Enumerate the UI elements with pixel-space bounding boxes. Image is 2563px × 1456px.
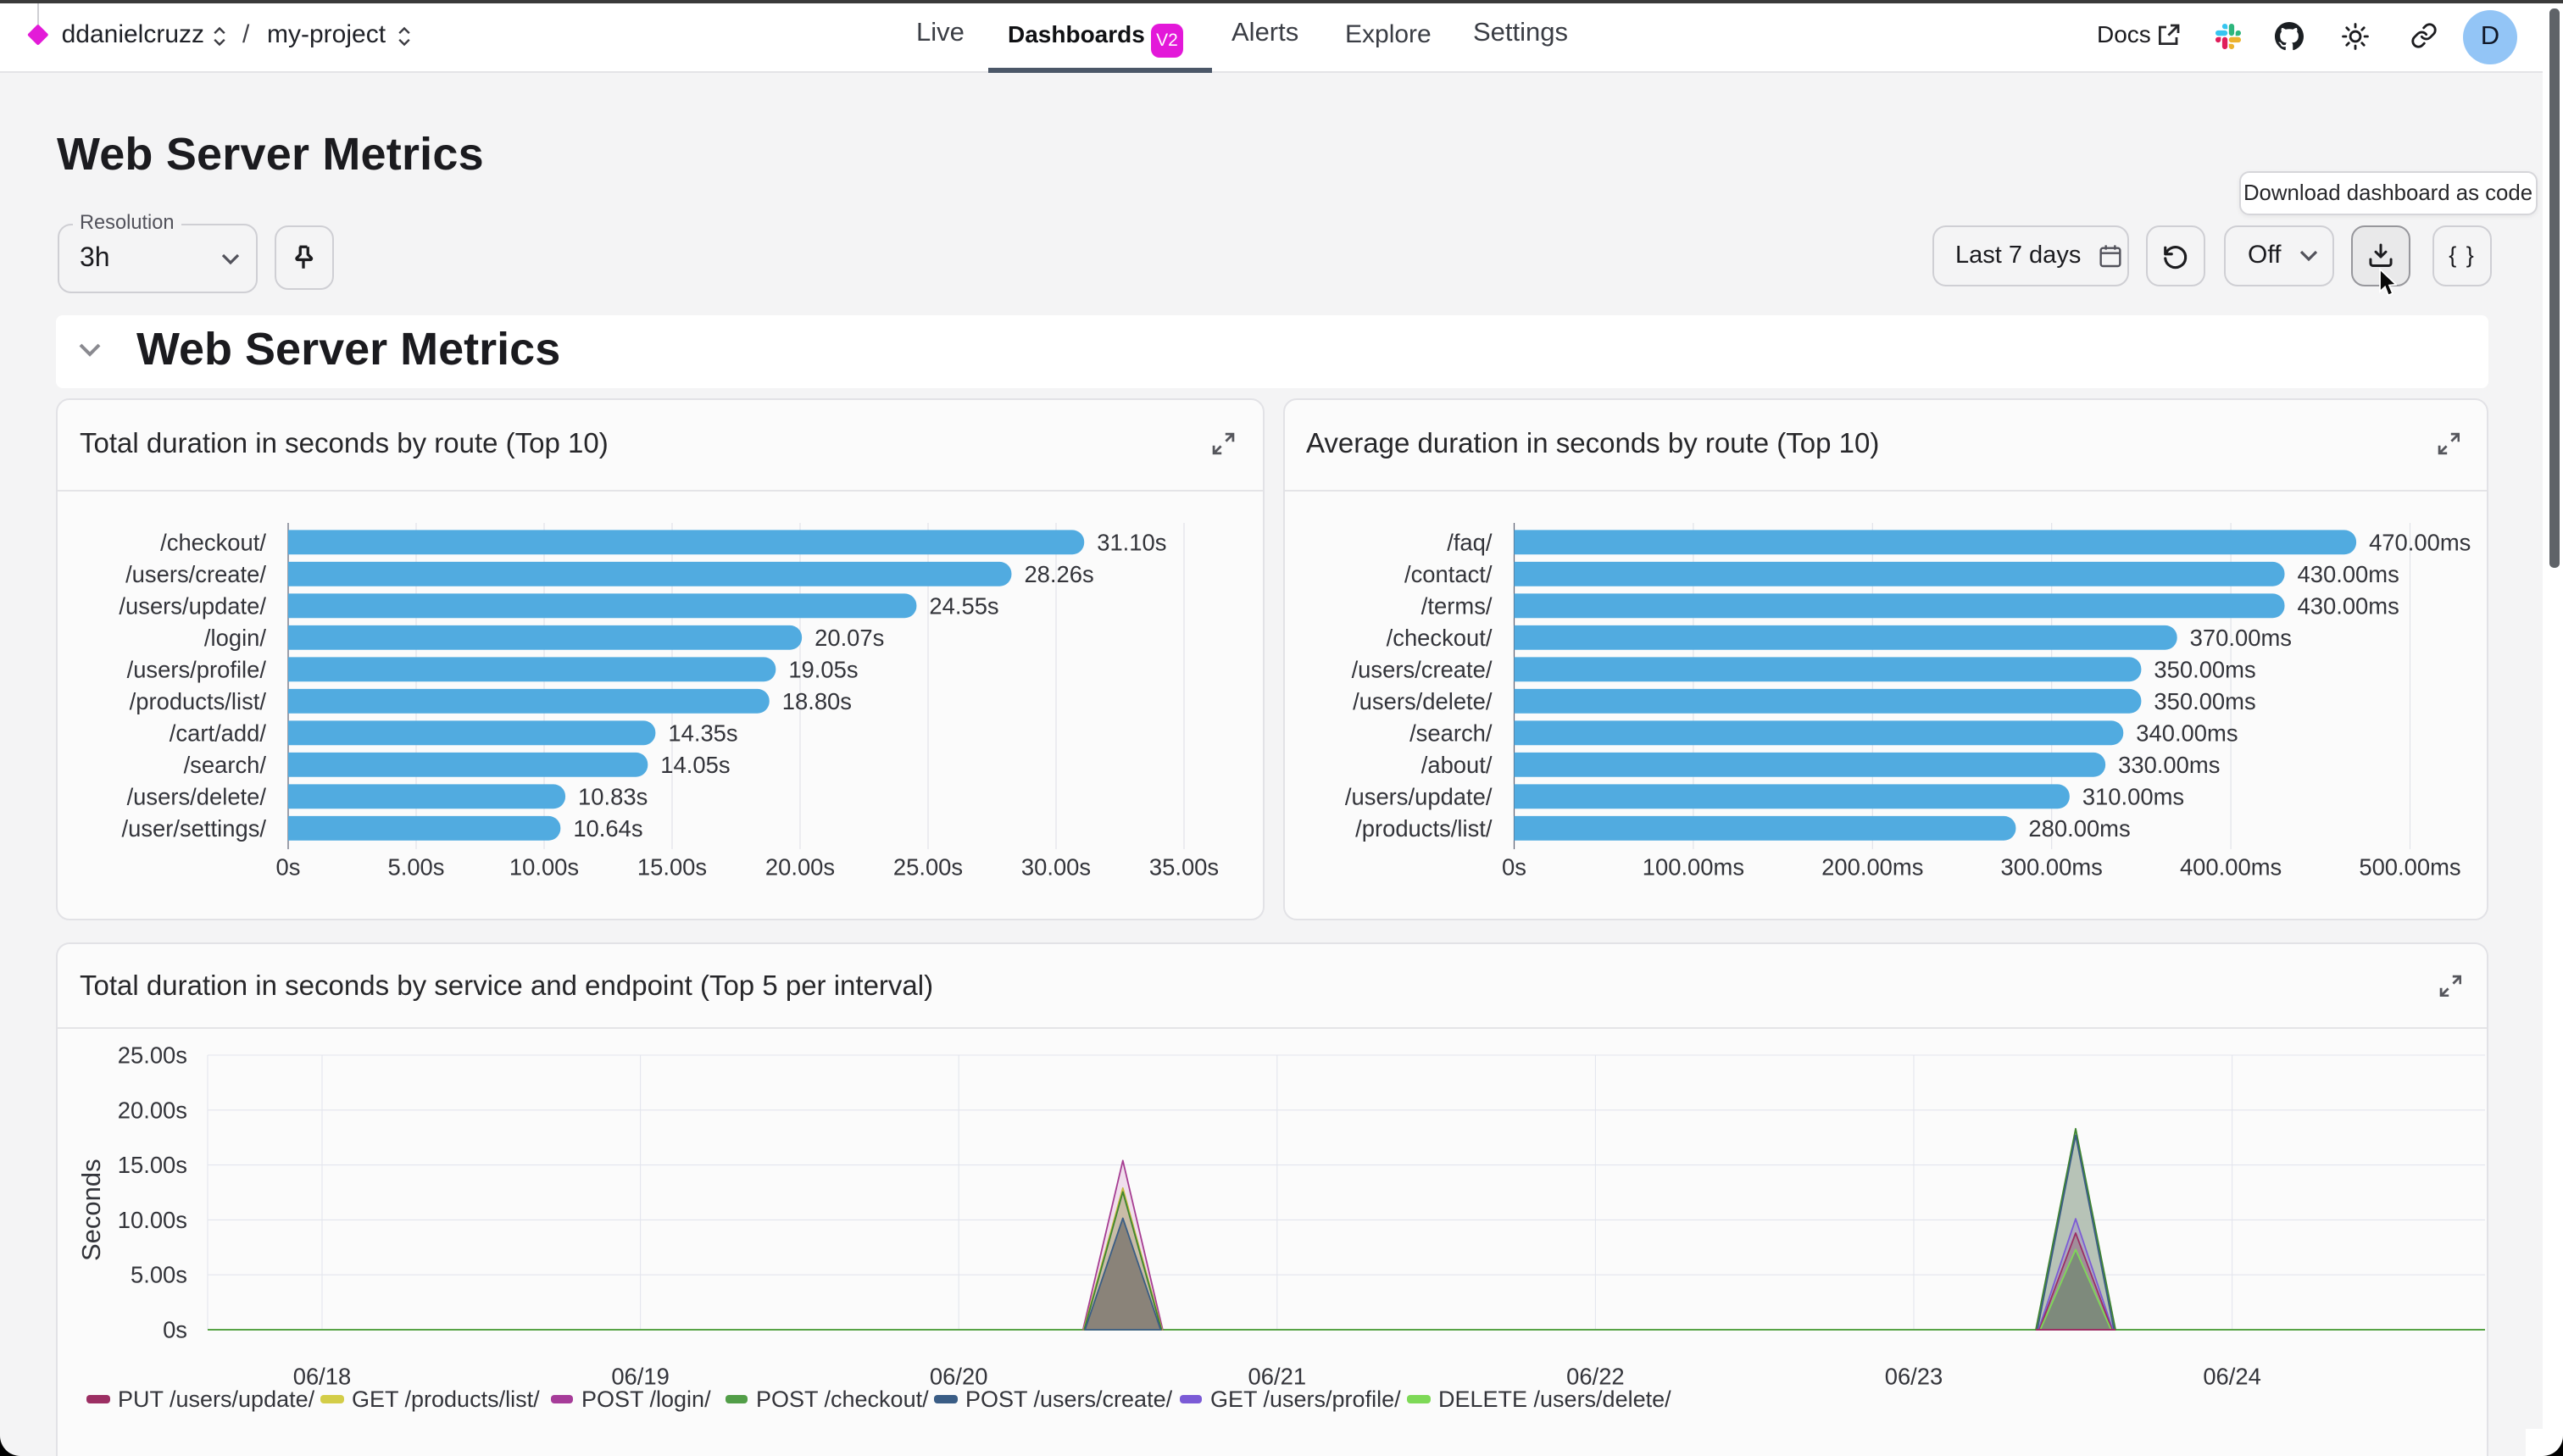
svg-text:500.00ms: 500.00ms	[2359, 854, 2460, 881]
svg-text:30.00s: 30.00s	[1021, 854, 1091, 881]
svg-text:/users/delete/: /users/delete/	[1353, 688, 1493, 714]
svg-text:/users/update/: /users/update/	[119, 592, 266, 619]
svg-text:/checkout/: /checkout/	[1387, 625, 1493, 651]
svg-text:350.00ms: 350.00ms	[2154, 656, 2255, 682]
svg-text:0s: 0s	[1502, 854, 1526, 881]
svg-text:10.00s: 10.00s	[118, 1207, 187, 1233]
svg-text:18.80s: 18.80s	[782, 688, 852, 714]
svg-text:0s: 0s	[163, 1317, 187, 1343]
svg-text:06/18: 06/18	[293, 1364, 352, 1390]
svg-text:/checkout/: /checkout/	[160, 529, 266, 555]
svg-text:310.00ms: 310.00ms	[2082, 783, 2184, 809]
svg-text:/search/: /search/	[184, 752, 267, 778]
svg-text:/cart/add/: /cart/add/	[170, 720, 267, 746]
svg-text:280.00ms: 280.00ms	[2028, 815, 2130, 842]
svg-text:430.00ms: 430.00ms	[2298, 561, 2399, 587]
svg-text:100.00ms: 100.00ms	[1643, 854, 1744, 881]
svg-text:20.00s: 20.00s	[765, 854, 835, 881]
svg-text:300.00ms: 300.00ms	[2001, 854, 2103, 881]
svg-text:14.05s: 14.05s	[660, 752, 730, 778]
svg-text:/about/: /about/	[1421, 752, 1493, 778]
svg-text:340.00ms: 340.00ms	[2136, 720, 2238, 746]
svg-text:35.00s: 35.00s	[1149, 854, 1219, 881]
svg-text:/products/list/: /products/list/	[1355, 815, 1493, 842]
svg-text:06/22: 06/22	[1566, 1364, 1625, 1390]
svg-text:06/24: 06/24	[2203, 1364, 2261, 1390]
svg-text:25.00s: 25.00s	[893, 854, 963, 881]
svg-text:400.00ms: 400.00ms	[2180, 854, 2282, 881]
svg-text:/users/delete/: /users/delete/	[127, 783, 267, 809]
svg-text:430.00ms: 430.00ms	[2298, 592, 2399, 619]
svg-text:06/23: 06/23	[1885, 1364, 1943, 1390]
svg-text:/user/settings/: /user/settings/	[121, 815, 266, 842]
svg-text:/products/list/: /products/list/	[130, 688, 267, 714]
svg-text:10.83s: 10.83s	[578, 783, 648, 809]
svg-text:370.00ms: 370.00ms	[2190, 625, 2292, 651]
svg-text:/users/create/: /users/create/	[1352, 656, 1493, 682]
svg-text:06/20: 06/20	[930, 1364, 988, 1390]
svg-text:/faq/: /faq/	[1447, 529, 1493, 555]
svg-text:20.00s: 20.00s	[118, 1097, 187, 1123]
svg-text:350.00ms: 350.00ms	[2154, 688, 2255, 714]
svg-text:/users/profile/: /users/profile/	[127, 656, 267, 682]
svg-text:5.00s: 5.00s	[387, 854, 444, 881]
svg-text:24.55s: 24.55s	[929, 592, 998, 619]
svg-text:10.64s: 10.64s	[573, 815, 642, 842]
svg-text:31.10s: 31.10s	[1097, 529, 1166, 555]
svg-text:/terms/: /terms/	[1421, 592, 1493, 619]
svg-text:200.00ms: 200.00ms	[1821, 854, 1923, 881]
svg-text:5.00s: 5.00s	[131, 1262, 187, 1288]
svg-text:10.00s: 10.00s	[509, 854, 579, 881]
svg-text:28.26s: 28.26s	[1024, 561, 1093, 587]
svg-text:15.00s: 15.00s	[118, 1152, 187, 1178]
svg-text:/users/update/: /users/update/	[1345, 783, 1493, 809]
svg-text:/login/: /login/	[204, 625, 266, 651]
svg-text:15.00s: 15.00s	[637, 854, 707, 881]
svg-text:14.35s: 14.35s	[668, 720, 737, 746]
svg-text:/users/create/: /users/create/	[125, 561, 266, 587]
svg-text:470.00ms: 470.00ms	[2369, 529, 2471, 555]
svg-text:0s: 0s	[276, 854, 301, 881]
svg-text:06/19: 06/19	[611, 1364, 670, 1390]
svg-text:25.00s: 25.00s	[118, 1042, 187, 1069]
svg-text:330.00ms: 330.00ms	[2118, 752, 2220, 778]
svg-text:20.07s: 20.07s	[814, 625, 884, 651]
svg-text:/search/: /search/	[1409, 720, 1493, 746]
svg-text:/contact/: /contact/	[1404, 561, 1493, 587]
svg-text:06/21: 06/21	[1248, 1364, 1307, 1390]
svg-text:19.05s: 19.05s	[788, 656, 858, 682]
